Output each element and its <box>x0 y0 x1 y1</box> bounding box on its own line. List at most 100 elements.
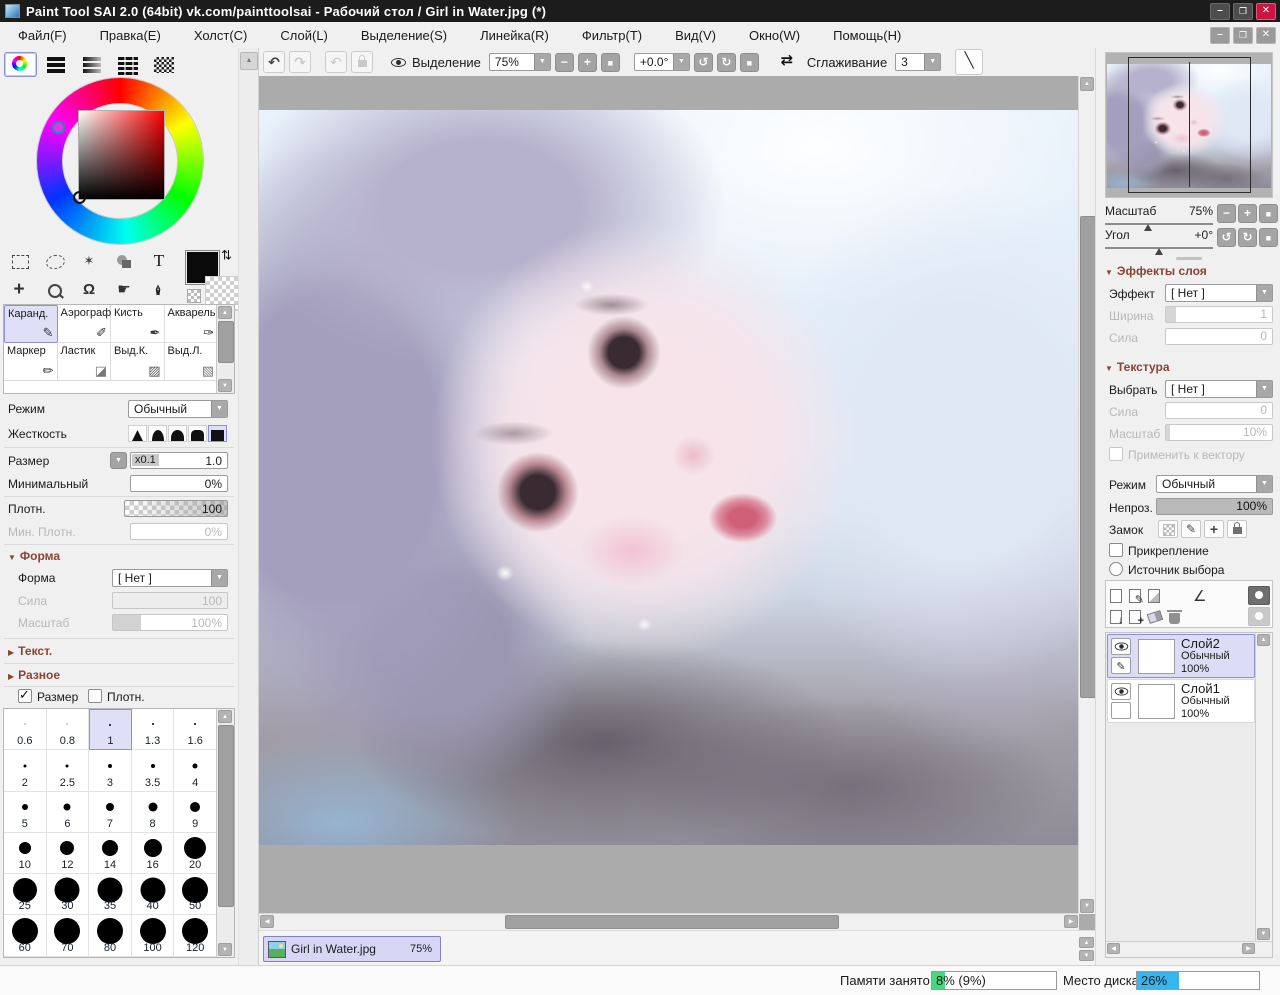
brush-mode-select[interactable]: Обычный <box>128 400 228 418</box>
size-cell-6[interactable]: 6 <box>47 792 90 833</box>
layer-row-Слой1[interactable]: Слой1Обычный100% <box>1107 679 1255 723</box>
sv-marker[interactable] <box>73 191 86 204</box>
size-cell-10[interactable]: 10 <box>4 833 47 874</box>
collapse-left-panel-button[interactable] <box>240 52 258 70</box>
rect-select-tool[interactable] <box>3 248 35 274</box>
figure-tool[interactable] <box>108 248 140 274</box>
size-cell-4[interactable]: 4 <box>174 750 217 791</box>
size-cell-30[interactable]: 30 <box>47 874 90 915</box>
brush-tile-2[interactable]: Кисть <box>111 305 165 343</box>
scroll-up-icon[interactable]: ▲ <box>218 306 232 319</box>
angle-select[interactable]: +0.0° <box>634 53 690 71</box>
new-layer-icon[interactable] <box>1110 589 1122 603</box>
scroll-left-icon[interactable]: ◀ <box>1107 943 1120 954</box>
size-cell-3[interactable]: 3 <box>89 750 132 791</box>
menu-item-5[interactable]: Линейка(R) <box>470 25 559 46</box>
menu-item-6[interactable]: Фильтр(T) <box>572 25 652 46</box>
size-unit-dropdown[interactable]: ▼ <box>110 452 127 469</box>
lock-transparency-button[interactable] <box>1158 520 1178 538</box>
brush-tile-0[interactable]: Каранд. <box>4 305 58 343</box>
scrollbar-thumb[interactable] <box>1080 216 1096 698</box>
flip-horizontal-button[interactable] <box>773 50 801 74</box>
scroll-down-icon[interactable]: ▼ <box>1257 928 1270 940</box>
hardness-1[interactable] <box>128 425 147 442</box>
size-cell-25[interactable]: 25 <box>4 874 47 915</box>
brush-tile-5[interactable]: Ластик <box>58 343 112 381</box>
layer-row-Слой2[interactable]: Слой2Обычный100% <box>1107 634 1255 678</box>
size-cell-14[interactable]: 14 <box>89 833 132 874</box>
layer-visibility-toggle[interactable] <box>1111 638 1131 655</box>
hardness-3[interactable] <box>168 425 187 442</box>
saturation-value-square[interactable] <box>78 110 165 200</box>
panel-resize-handle[interactable] <box>1176 257 1202 260</box>
move-tool[interactable] <box>3 277 35 303</box>
scroll-left-icon[interactable]: ◀ <box>260 915 274 928</box>
clipping-checkbox[interactable]: Прикрепление <box>1109 543 1209 558</box>
size-cell-5[interactable]: 5 <box>4 792 47 833</box>
misc-section-header[interactable]: ▶Разное <box>8 668 60 682</box>
nav-rotate-reset-button[interactable] <box>1259 228 1278 247</box>
selection-source-radio[interactable]: Источник выбора <box>1109 562 1224 577</box>
nav-zoom-slider[interactable] <box>1105 223 1213 225</box>
size-cell-60[interactable]: 60 <box>4 915 47 956</box>
document-close-button[interactable] <box>1256 27 1276 44</box>
selection-visibility-icon[interactable] <box>391 58 406 67</box>
size-cell-9[interactable]: 9 <box>174 792 217 833</box>
menu-item-0[interactable]: Файл(F) <box>8 25 77 46</box>
tab-swatches[interactable] <box>148 52 181 77</box>
hardness-5[interactable] <box>208 425 227 442</box>
menu-item-9[interactable]: Помощь(H) <box>823 25 911 46</box>
brush-tile-3[interactable]: Акварель <box>165 305 219 343</box>
size-grid-scrollbar[interactable]: ▲ ▼ <box>216 709 234 957</box>
transparent-color-icon[interactable] <box>187 289 201 303</box>
scroll-up-icon[interactable]: ▲ <box>1080 77 1094 91</box>
text-tool[interactable] <box>143 248 175 274</box>
undo-button[interactable] <box>263 51 285 73</box>
tab-rgb-sliders[interactable] <box>40 52 73 77</box>
nav-zoom-in-button[interactable] <box>1238 204 1257 223</box>
hue-wheel[interactable] <box>37 78 203 244</box>
size-cell-1[interactable]: 1 <box>89 709 132 750</box>
lock-all-button[interactable] <box>1227 520 1247 538</box>
scroll-down-icon[interactable]: ▼ <box>1080 899 1094 913</box>
navigator-view-rect[interactable] <box>1128 57 1251 193</box>
size-cell-1.3[interactable]: 1.3 <box>132 709 175 750</box>
scroll-down-icon[interactable]: ▼ <box>218 379 232 392</box>
lasso-tool[interactable] <box>38 248 70 274</box>
brush-tile-7[interactable]: Выд.Л. <box>165 343 219 381</box>
size-cell-80[interactable]: 80 <box>89 915 132 956</box>
layer-mode-select[interactable]: Обычный <box>1156 475 1273 493</box>
effect-select[interactable]: [ Нет ] <box>1165 284 1273 302</box>
density-slider[interactable]: 100 <box>124 500 228 517</box>
stroke-style-button[interactable] <box>955 49 983 75</box>
zoom-tool[interactable] <box>38 277 70 303</box>
history-back-button[interactable] <box>325 51 347 73</box>
clear-layer-icon[interactable] <box>1147 610 1163 624</box>
hardness-2[interactable] <box>148 425 167 442</box>
zoom-reset-button[interactable] <box>601 53 620 72</box>
shape-section-header[interactable]: ▼Форма <box>8 549 60 563</box>
lock-move-button[interactable] <box>1204 520 1224 538</box>
size-cell-2[interactable]: 2 <box>4 750 47 791</box>
texture-header[interactable]: ▼Текстура <box>1105 360 1170 374</box>
delete-layer-icon[interactable] <box>1169 613 1180 624</box>
tab-color-wheel[interactable] <box>4 52 37 77</box>
lock-paint-button[interactable] <box>1181 520 1201 538</box>
transform-icon[interactable] <box>1193 587 1206 605</box>
zoom-in-button[interactable] <box>578 53 597 72</box>
size-cell-7[interactable]: 7 <box>89 792 132 833</box>
size-cell-70[interactable]: 70 <box>47 915 90 956</box>
layer-effects-header[interactable]: ▼Эффекты слоя <box>1105 264 1207 278</box>
layer-opacity-slider[interactable]: 100% <box>1156 498 1273 515</box>
brush-tile-6[interactable]: Выд.К. <box>111 343 165 381</box>
nav-rotate-ccw-button[interactable] <box>1217 228 1236 247</box>
nav-angle-slider-handle[interactable] <box>1155 248 1163 255</box>
scroll-down-icon[interactable]: ▼ <box>218 943 232 956</box>
brush-size-field[interactable]: x0.1 1.0 <box>130 452 228 469</box>
size-cell-120[interactable]: 120 <box>174 915 217 956</box>
size-cell-35[interactable]: 35 <box>89 874 132 915</box>
tab-scroll-down-icon[interactable]: ▼ <box>1079 950 1094 961</box>
transfer-down-icon[interactable] <box>1110 610 1122 624</box>
scroll-up-icon[interactable]: ▲ <box>218 710 232 723</box>
rotate-cw-button[interactable] <box>717 53 736 72</box>
